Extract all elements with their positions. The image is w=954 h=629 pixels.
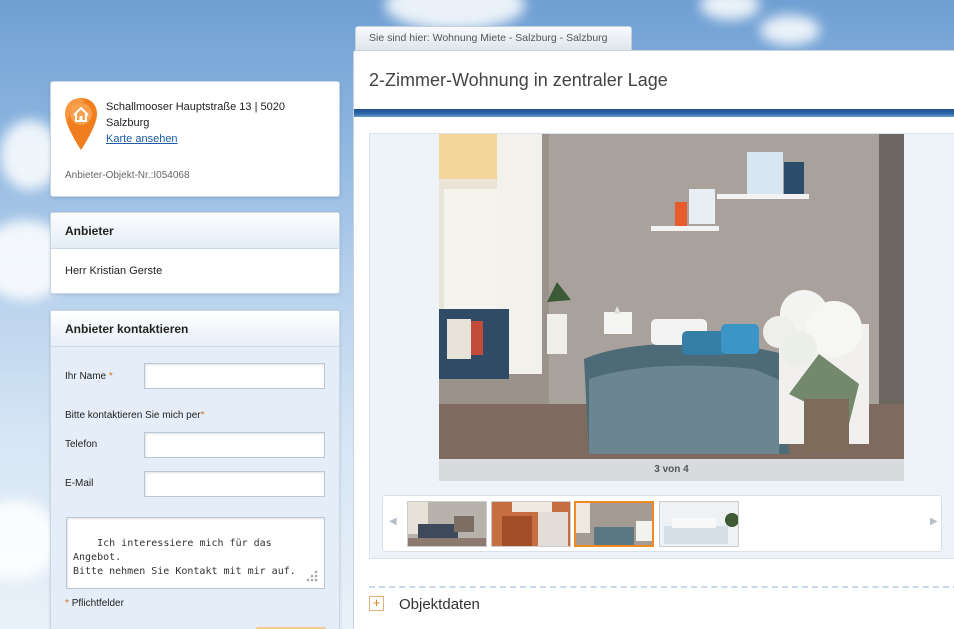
required-note: * Pflichtfelder bbox=[65, 598, 124, 609]
section-divider bbox=[369, 586, 954, 588]
breadcrumb: Sie sind hier: Wohnung Miete - Salzburg … bbox=[355, 26, 632, 50]
map-pin-home-icon bbox=[65, 98, 97, 150]
thumbnail-3-active[interactable] bbox=[574, 501, 654, 547]
email-input[interactable] bbox=[144, 471, 325, 497]
thumbnail-4[interactable] bbox=[659, 501, 739, 547]
address-block: Schallmooser Hauptstraße 13 | 5020 Salzb… bbox=[106, 99, 326, 147]
provider-name: Herr Kristian Gerste bbox=[65, 265, 163, 277]
required-marker: * bbox=[108, 371, 113, 382]
photo-counter: 3 von 4 bbox=[439, 459, 904, 481]
thumbnail-strip: ◀ ▶ bbox=[382, 495, 942, 552]
resize-grip-icon[interactable] bbox=[305, 569, 319, 583]
object-number: Anbieter-Objekt-Nr.:I054068 bbox=[65, 170, 190, 181]
phone-input[interactable] bbox=[144, 432, 325, 458]
listing-title: 2-Zimmer-Wohnung in zentraler Lage bbox=[369, 70, 668, 90]
phone-label: Telefon bbox=[65, 439, 98, 450]
photo-gallery: 3 von 4 ◀ ▶ bbox=[369, 133, 954, 559]
address-text: Schallmooser Hauptstraße 13 | 5020 Salzb… bbox=[106, 101, 285, 129]
message-text: Ich interessiere mich für das Angebot. B… bbox=[73, 538, 296, 577]
thumbnail-next-arrow-icon[interactable]: ▶ bbox=[930, 516, 938, 527]
provider-panel: Anbieter Herr Kristian Gerste bbox=[50, 212, 340, 294]
address-panel: Schallmooser Hauptstraße 13 | 5020 Salzb… bbox=[50, 81, 340, 197]
message-textarea[interactable]: Ich interessiere mich für das Angebot. B… bbox=[66, 517, 325, 589]
view-map-link[interactable]: Karte ansehen bbox=[106, 131, 326, 147]
contact-via-label: Bitte kontaktieren Sie mich per* bbox=[65, 410, 205, 421]
contact-form-panel: Anbieter kontaktieren Ihr Name * Bitte k… bbox=[50, 310, 340, 629]
contact-heading: Anbieter kontaktieren bbox=[51, 311, 339, 347]
bedroom-photo bbox=[439, 134, 904, 481]
objektdaten-section-toggle[interactable]: Objektdaten bbox=[399, 596, 480, 613]
main-photo[interactable]: 3 von 4 bbox=[439, 134, 904, 481]
background-cloud bbox=[760, 15, 820, 45]
email-label: E-Mail bbox=[65, 478, 94, 489]
title-divider-bar bbox=[354, 109, 954, 117]
listing-card: 2-Zimmer-Wohnung in zentraler Lage 3 von… bbox=[353, 50, 954, 629]
required-marker: * bbox=[200, 410, 205, 421]
name-input[interactable] bbox=[144, 363, 325, 389]
expand-plus-icon[interactable]: + bbox=[369, 596, 384, 611]
background-cloud bbox=[700, 0, 760, 20]
thumbnail-prev-arrow-icon[interactable]: ◀ bbox=[389, 516, 397, 527]
thumbnail-1[interactable] bbox=[407, 501, 487, 547]
provider-heading: Anbieter bbox=[51, 213, 339, 249]
name-label: Ihr Name * bbox=[65, 371, 113, 382]
thumbnail-2[interactable] bbox=[491, 501, 571, 547]
